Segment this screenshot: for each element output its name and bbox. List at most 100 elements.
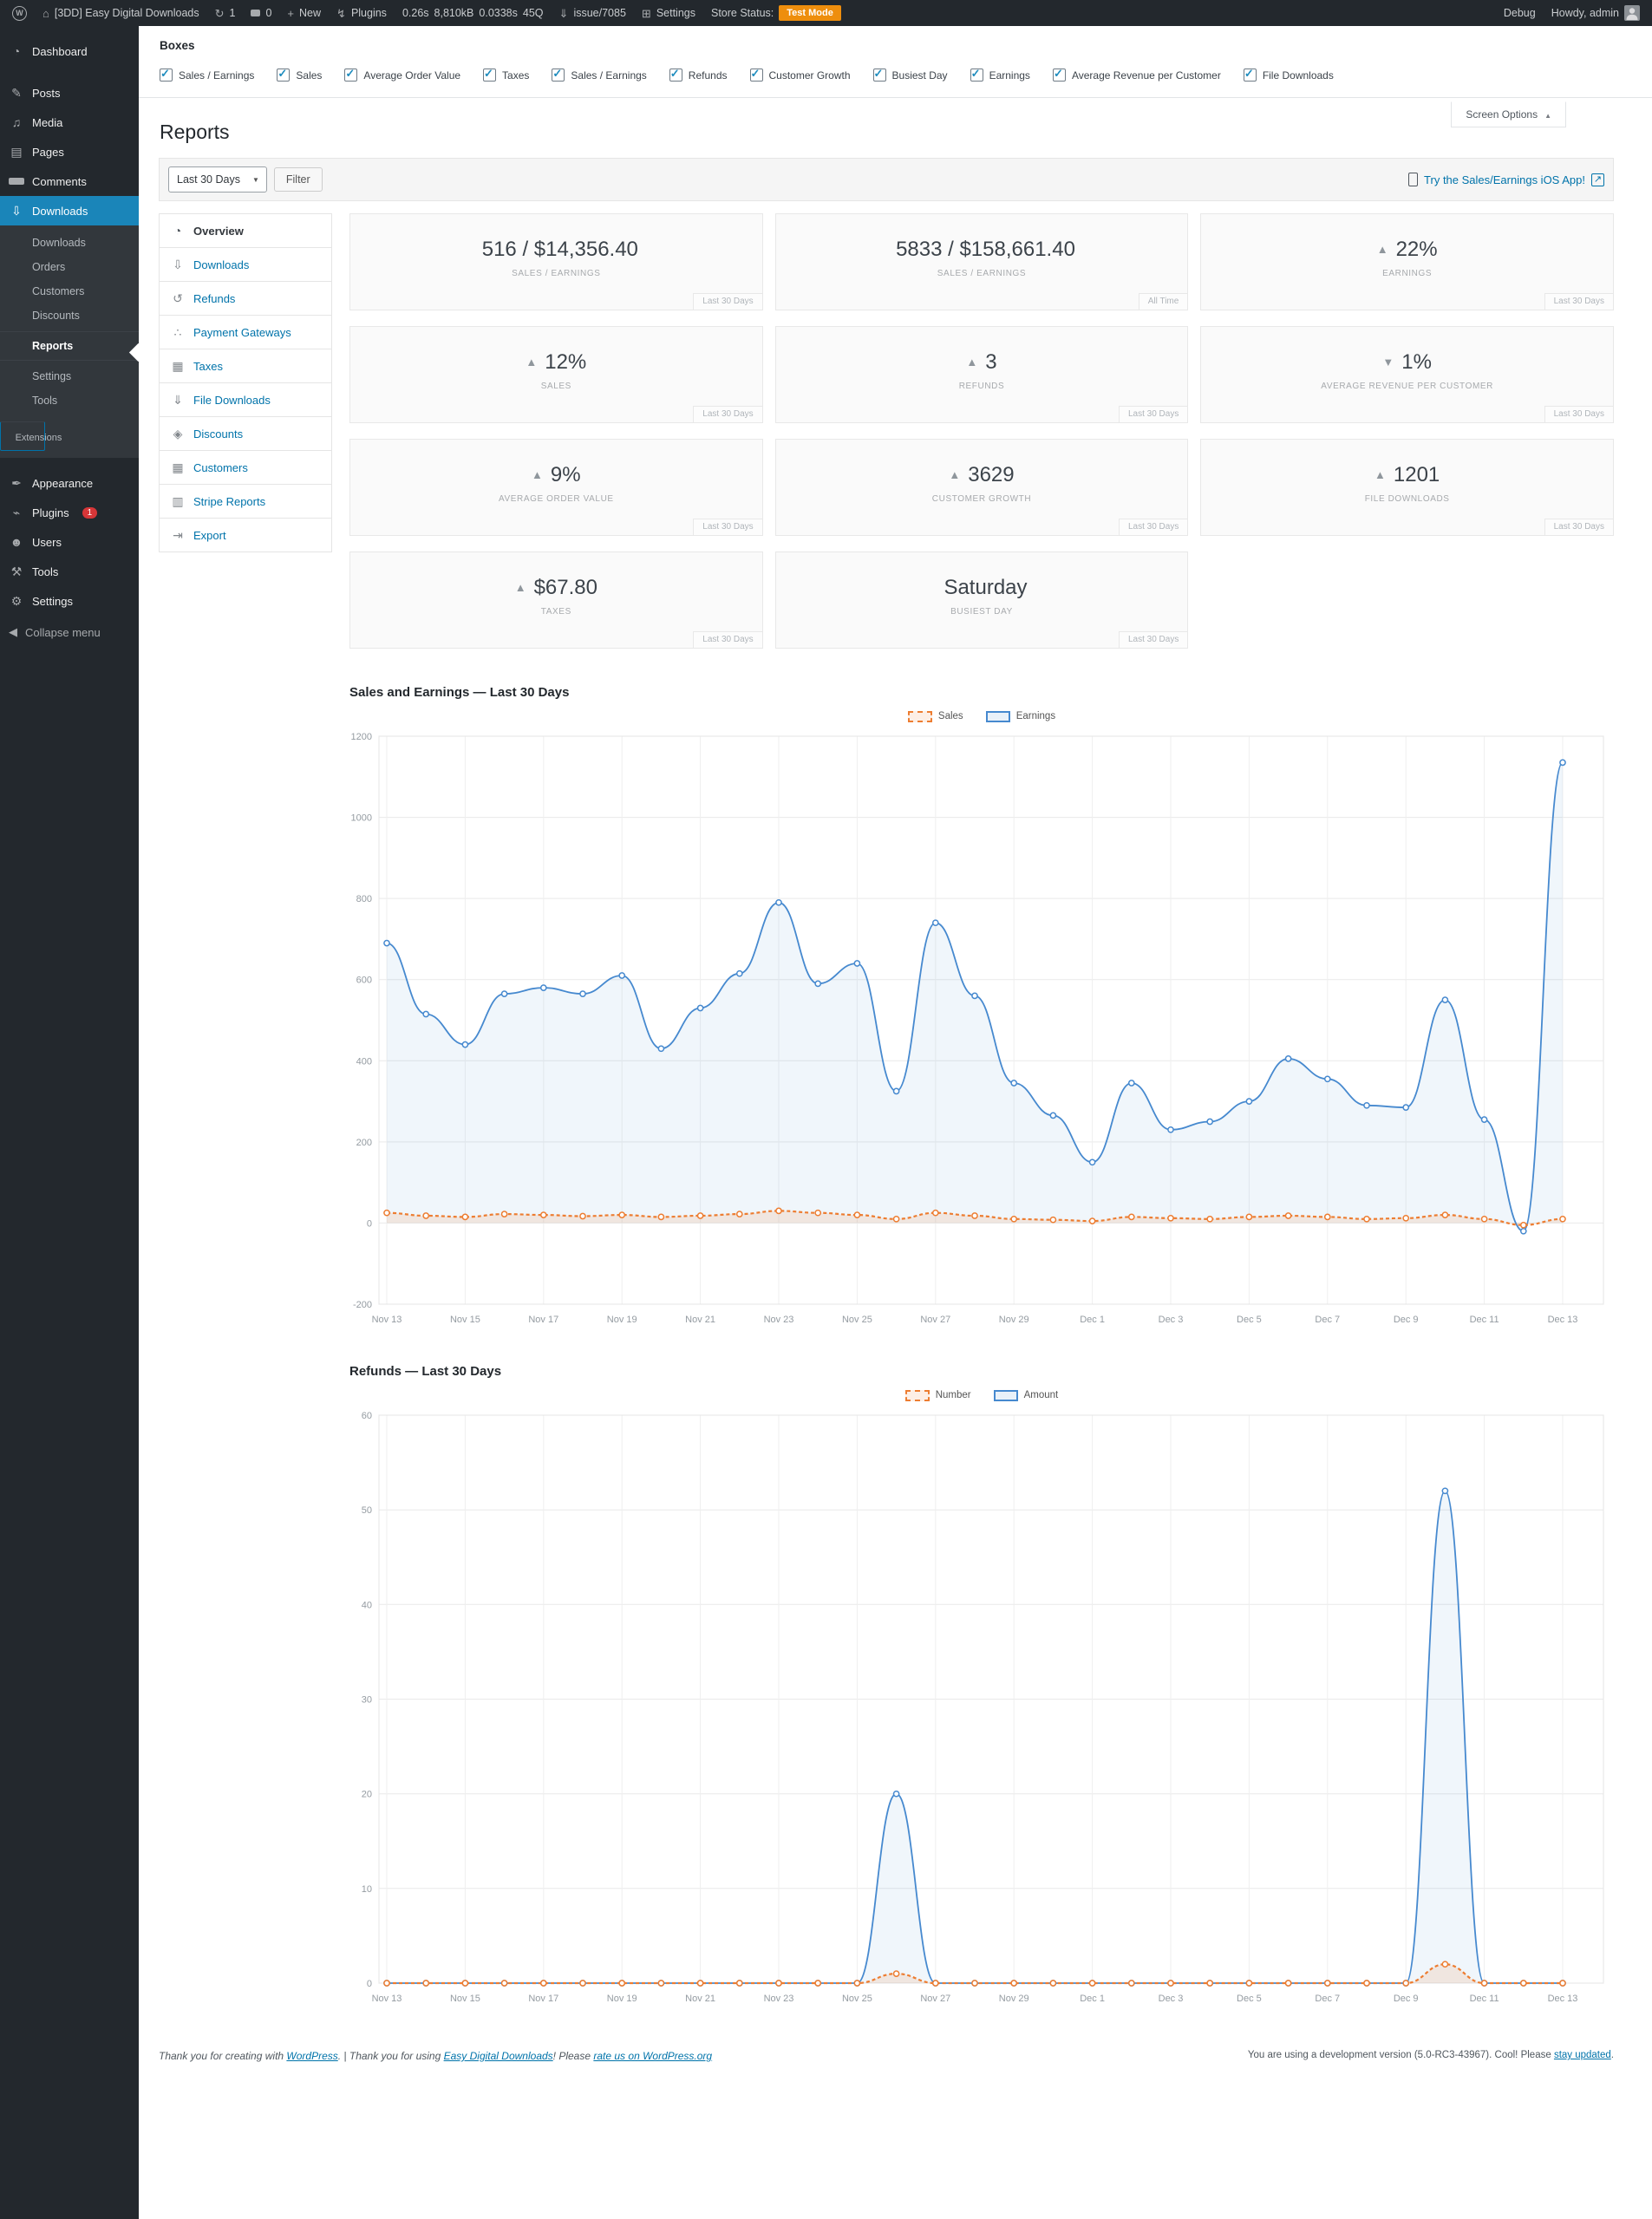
tile-file-downloads: ▲1201FILE DOWNLOADSLast 30 Days	[1200, 439, 1614, 536]
svg-text:Nov 17: Nov 17	[528, 1315, 558, 1325]
boxes-checkbox-sales-earnings-2[interactable]: Sales / Earnings	[552, 69, 646, 82]
site-name-link[interactable]: ⌂[3DD] Easy Digital Downloads	[42, 7, 199, 19]
stay-updated-link[interactable]: stay updated	[1554, 2050, 1611, 2060]
sidebar-item-plugins[interactable]: ⌁Plugins1	[0, 498, 139, 527]
boxes-checkbox-refunds[interactable]: Refunds	[669, 69, 728, 82]
report-nav-payment-gateways[interactable]: ∴Payment Gateways	[159, 315, 332, 349]
svg-text:Dec 3: Dec 3	[1159, 1315, 1184, 1325]
ios-app-link[interactable]: Try the Sales/Earnings iOS App! ↗	[1408, 173, 1604, 186]
up-arrow-icon: ▲	[949, 468, 960, 481]
page-title: Reports	[139, 98, 1652, 154]
sidebar-item-comments[interactable]: Comments	[0, 166, 139, 196]
plugins-toolbar-link[interactable]: ↯Plugins	[336, 7, 387, 19]
filter-button[interactable]: Filter	[274, 167, 323, 192]
plugins-update-badge: 1	[82, 507, 98, 519]
date-range-select[interactable]: Last 30 Days▼	[168, 166, 267, 193]
tile-customer-growth: ▲3629CUSTOMER GROWTHLast 30 Days	[775, 439, 1189, 536]
plugin-icon: ⌁	[9, 506, 24, 520]
wordpress-link[interactable]: WordPress	[286, 2050, 337, 2062]
tile-sales-change: ▲12%SALESLast 30 Days	[349, 326, 763, 423]
pages-icon: ▤	[9, 145, 24, 160]
account-menu[interactable]: Howdy, admin	[1551, 5, 1640, 21]
boxes-checkbox-taxes[interactable]: Taxes	[483, 69, 529, 82]
svg-text:600: 600	[356, 976, 372, 986]
sidebar-item-downloads[interactable]: ⇩Downloads	[0, 196, 139, 225]
tile-sales-earnings-alltime: 5833 / $158,661.40SALES / EARNINGSAll Ti…	[775, 213, 1189, 310]
settings-toolbar-link[interactable]: ⊞Settings	[642, 7, 695, 19]
edd-link[interactable]: Easy Digital Downloads	[444, 2050, 553, 2062]
sales-earnings-chart-section: Sales and Earnings — Last 30 Days Sales …	[349, 685, 1614, 1341]
boxes-checkbox-average-order-value[interactable]: Average Order Value	[344, 69, 460, 82]
report-nav-file-downloads[interactable]: ⇓File Downloads	[159, 382, 332, 417]
checkbox-checked-icon	[483, 69, 496, 82]
boxes-checkbox-sales-earnings-1[interactable]: Sales / Earnings	[160, 69, 254, 82]
report-nav-customers[interactable]: ▦Customers	[159, 450, 332, 485]
svg-text:10: 10	[362, 1884, 372, 1895]
report-nav-export[interactable]: ⇥Export	[159, 518, 332, 552]
submenu-item-tools[interactable]: Tools	[0, 388, 139, 413]
users-icon: ☻	[9, 535, 24, 549]
submenu-item-extensions[interactable]: Extensions	[0, 421, 45, 451]
submenu-item-settings[interactable]: Settings	[0, 364, 139, 388]
sidebar-item-media[interactable]: ♫Media	[0, 108, 139, 137]
comments-link[interactable]: 0	[251, 7, 271, 19]
svg-text:Nov 15: Nov 15	[450, 1315, 480, 1325]
sidebar-item-appearance[interactable]: ✒Appearance	[0, 468, 139, 498]
svg-text:Nov 25: Nov 25	[842, 1994, 872, 2004]
sales-earnings-chart: -200020040060080010001200Nov 13Nov 15Nov…	[349, 726, 1614, 1341]
svg-text:Nov 13: Nov 13	[372, 1994, 402, 2004]
boxes-checkbox-customer-growth[interactable]: Customer Growth	[750, 69, 851, 82]
debug-link[interactable]: Debug	[1504, 7, 1536, 19]
refunds-chart: 0102030405060Nov 13Nov 15Nov 17Nov 19Nov…	[349, 1405, 1614, 2020]
boxes-checkbox-sales[interactable]: Sales	[277, 69, 322, 82]
report-nav-stripe-reports[interactable]: ▥Stripe Reports	[159, 484, 332, 519]
boxes-checkbox-file-downloads[interactable]: File Downloads	[1244, 69, 1334, 82]
tile-average-order-value: ▲9%AVERAGE ORDER VALUELast 30 Days	[349, 439, 763, 536]
sidebar-item-users[interactable]: ☻Users	[0, 527, 139, 557]
performance-stats: 0.26s 8,810kB 0.0338s 45Q	[402, 7, 544, 19]
down-arrow-icon: ▼	[1382, 356, 1394, 369]
boxes-checkbox-busiest-day[interactable]: Busiest Day	[873, 69, 948, 82]
download-icon: ⇩	[9, 204, 24, 219]
svg-text:Dec 7: Dec 7	[1315, 1315, 1340, 1325]
svg-text:50: 50	[362, 1505, 372, 1516]
reports-section-nav: ◔Overview ⇩Downloads ↺Refunds ∴Payment G…	[159, 213, 332, 552]
refunds-chart-title: Refunds — Last 30 Days	[349, 1364, 1614, 1379]
report-nav-downloads[interactable]: ⇩Downloads	[159, 247, 332, 282]
sidebar-item-settings[interactable]: ⚙Settings	[0, 586, 139, 616]
submenu-item-orders[interactable]: Orders	[0, 255, 139, 279]
report-nav-taxes[interactable]: ▦Taxes	[159, 349, 332, 383]
rate-us-link[interactable]: rate us on WordPress.org	[593, 2050, 712, 2062]
tile-busiest-day: SaturdayBUSIEST DAYLast 30 Days	[775, 551, 1189, 649]
tile-taxes: ▲$67.80TAXESLast 30 Days	[349, 551, 763, 649]
wordpress-logo-icon: W	[12, 6, 27, 21]
git-branch-indicator[interactable]: ⇓issue/7085	[559, 7, 626, 19]
svg-text:200: 200	[356, 1138, 372, 1148]
updates-link[interactable]: ↻1	[215, 7, 236, 19]
test-mode-badge[interactable]: Test Mode	[779, 5, 841, 21]
sidebar-item-pages[interactable]: ▤Pages	[0, 137, 139, 166]
submenu-item-downloads[interactable]: Downloads	[0, 231, 139, 255]
boxes-checkbox-average-revenue-per-customer[interactable]: Average Revenue per Customer	[1053, 69, 1221, 82]
sidebar-item-posts[interactable]: ✎Posts	[0, 78, 139, 108]
report-nav-discounts[interactable]: ◈Discounts	[159, 416, 332, 451]
collapse-menu-button[interactable]: ◀Collapse menu	[0, 617, 139, 647]
report-nav-overview[interactable]: ◔Overview	[159, 213, 332, 248]
submenu-item-customers[interactable]: Customers	[0, 279, 139, 303]
boxes-checkbox-earnings[interactable]: Earnings	[970, 69, 1030, 82]
sidebar-item-dashboard[interactable]: ◔Dashboard	[0, 36, 139, 66]
checkbox-checked-icon	[277, 69, 290, 82]
tile-refunds: ▲3REFUNDSLast 30 Days	[775, 326, 1189, 423]
report-nav-refunds[interactable]: ↺Refunds	[159, 281, 332, 316]
sidebar-item-tools[interactable]: ⚒Tools	[0, 557, 139, 586]
screen-options-tab[interactable]: Screen Options▲	[1451, 101, 1566, 127]
tile-sales-earnings-30d: 516 / $14,356.40SALES / EARNINGSLast 30 …	[349, 213, 763, 310]
boxes-panel-title: Boxes	[160, 39, 1631, 52]
submenu-item-discounts[interactable]: Discounts	[0, 303, 139, 328]
submenu-item-reports[interactable]: Reports	[0, 331, 139, 361]
svg-text:Nov 13: Nov 13	[372, 1315, 402, 1325]
svg-text:Dec 7: Dec 7	[1315, 1994, 1340, 2004]
svg-text:30: 30	[362, 1695, 372, 1706]
new-content-link[interactable]: +New	[287, 7, 321, 19]
wordpress-menu[interactable]: W	[12, 6, 27, 21]
